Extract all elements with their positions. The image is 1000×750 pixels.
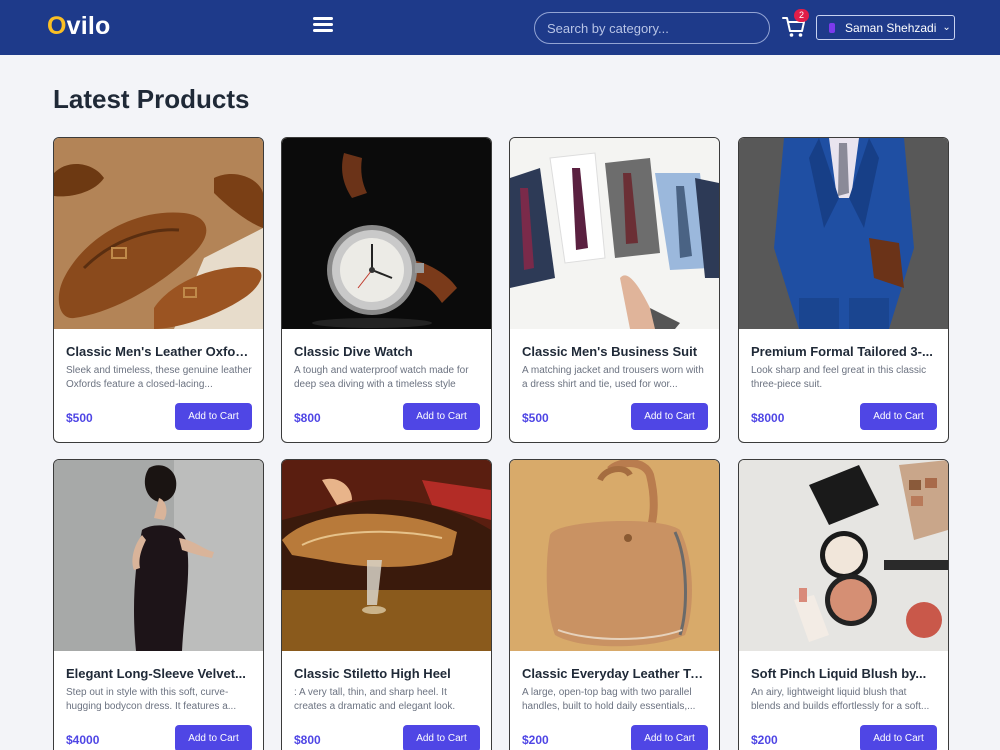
product-price: $200 [751, 733, 778, 747]
product-title[interactable]: Soft Pinch Liquid Blush by... [751, 666, 937, 681]
product-price: $500 [522, 411, 549, 425]
product-description: Sleek and timeless, these genuine leathe… [66, 365, 252, 390]
product-price: $800 [294, 411, 321, 425]
cart-count-badge: 2 [794, 9, 809, 22]
product-title[interactable]: Elegant Long-Sleeve Velvet... [66, 666, 252, 681]
add-to-cart-button[interactable]: Add to Cart [631, 403, 708, 430]
add-to-cart-button[interactable]: Add to Cart [175, 403, 252, 430]
product-image[interactable] [282, 138, 491, 329]
product-description: An airy, lightweight liquid blush that b… [751, 687, 930, 712]
product-description: A tough and waterproof watch made for de… [294, 365, 469, 390]
add-to-cart-button[interactable]: Add to Cart [175, 725, 252, 750]
user-menu-button[interactable]: Saman Shehzadi ⌄ [816, 15, 955, 40]
product-image[interactable] [739, 138, 948, 329]
user-name: Saman Shehzadi [845, 20, 937, 35]
product-image[interactable] [54, 460, 263, 651]
product-price: $4000 [66, 733, 100, 747]
brand-logo[interactable]: Ovilo [47, 12, 111, 41]
product-card[interactable]: Classic Dive Watch A tough and waterproo… [281, 137, 492, 443]
product-description: A large, open-top bag with two parallel … [522, 687, 696, 712]
chevron-down-icon: ⌄ [942, 22, 951, 33]
product-description: Step out in style with this soft, curve-… [66, 687, 237, 712]
product-title[interactable]: Classic Stiletto High Heel [294, 666, 480, 681]
page-title: Latest Products [53, 84, 250, 114]
product-image[interactable] [54, 138, 263, 329]
product-card[interactable]: Classic Stiletto High Heel : A very tall… [281, 459, 492, 750]
add-to-cart-button[interactable]: Add to Cart [403, 403, 480, 430]
product-image[interactable] [510, 460, 719, 651]
avatar [829, 22, 835, 33]
product-description: : A very tall, thin, and sharp heel. It … [294, 687, 456, 712]
product-card[interactable]: Classic Men's Business Suit A matching j… [509, 137, 720, 443]
add-to-cart-button[interactable]: Add to Cart [403, 725, 480, 750]
product-image[interactable] [510, 138, 719, 329]
top-navbar: Ovilo 2 Saman Shehzadi ⌄ [0, 0, 1000, 55]
product-title[interactable]: Classic Men's Business Suit [522, 344, 708, 359]
product-title[interactable]: Classic Everyday Leather Tote [522, 666, 708, 681]
product-card[interactable]: Classic Everyday Leather Tote A large, o… [509, 459, 720, 750]
product-price: $800 [294, 733, 321, 747]
product-card[interactable]: Premium Formal Tailored 3-... Look sharp… [738, 137, 949, 443]
add-to-cart-button[interactable]: Add to Cart [860, 403, 937, 430]
product-price: $200 [522, 733, 549, 747]
product-card[interactable]: Classic Men's Leather Oxford... Sleek an… [53, 137, 264, 443]
product-title[interactable]: Classic Dive Watch [294, 344, 480, 359]
product-title[interactable]: Premium Formal Tailored 3-... [751, 344, 937, 359]
add-to-cart-button[interactable]: Add to Cart [631, 725, 708, 750]
product-image[interactable] [739, 460, 948, 651]
hamburger-icon[interactable] [313, 16, 335, 34]
add-to-cart-button[interactable]: Add to Cart [860, 725, 937, 750]
product-price: $8000 [751, 411, 785, 425]
product-price: $500 [66, 411, 93, 425]
product-description: A matching jacket and trousers worn with… [522, 365, 704, 390]
product-title[interactable]: Classic Men's Leather Oxford... [66, 344, 252, 359]
product-card[interactable]: Soft Pinch Liquid Blush by... An airy, l… [738, 459, 949, 750]
product-description: Look sharp and feel great in this classi… [751, 365, 927, 390]
product-image[interactable] [282, 460, 491, 651]
search-input[interactable] [534, 12, 770, 44]
product-card[interactable]: Elegant Long-Sleeve Velvet... Step out i… [53, 459, 264, 750]
